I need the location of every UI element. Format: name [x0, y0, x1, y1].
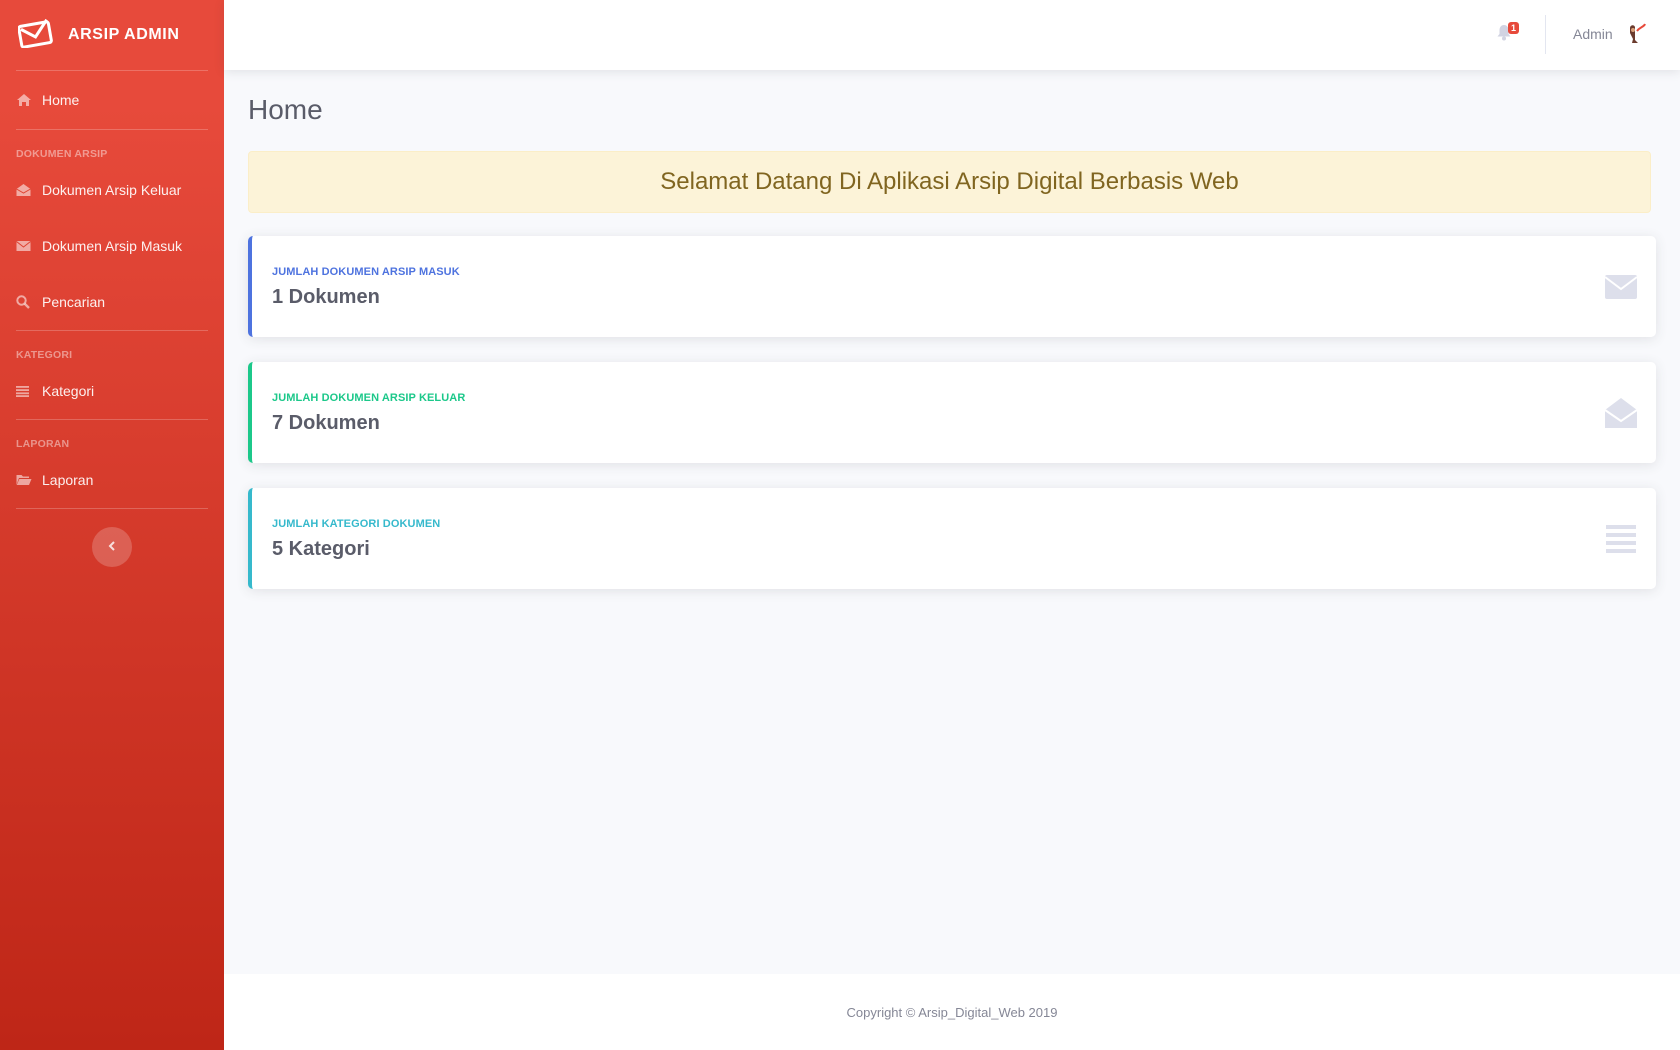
user-name: Admin [1573, 26, 1613, 42]
sidebar-item-label: Laporan [42, 472, 94, 488]
sidebar-item-home[interactable]: Home [0, 71, 224, 129]
list-icon [1604, 522, 1638, 556]
user-menu[interactable]: Admin [1573, 22, 1647, 46]
sidebar-toggle-wrap [0, 509, 224, 567]
sidebar-brand[interactable]: ARSIP ADMIN [0, 0, 224, 70]
envelope-icon [17, 18, 54, 53]
welcome-alert: Selamat Datang Di Aplikasi Arsip Digital… [248, 151, 1651, 213]
main-content: Home Selamat Datang Di Aplikasi Arsip Di… [224, 70, 1680, 974]
footer: Copyright © Arsip_Digital_Web 2019 [224, 974, 1680, 1050]
sidebar-heading-dokumen: DOKUMEN ARSIP [16, 148, 108, 160]
chevron-left-icon [108, 538, 116, 556]
envelope-open-icon [16, 182, 38, 198]
notification-badge: 1 [1508, 22, 1520, 34]
folder-open-icon [16, 472, 38, 488]
sidebar: ARSIP ADMIN Home DOKUMEN ARSIP Dokumen A… [0, 0, 224, 1050]
search-icon [16, 294, 38, 310]
sidebar-item-pencarian[interactable]: Pencarian [0, 274, 224, 330]
card-dokumen-masuk: JUMLAH DOKUMEN ARSIP MASUK 1 Dokumen [248, 236, 1656, 337]
notifications-button[interactable]: 1 [1496, 22, 1520, 44]
sidebar-heading-kategori: KATEGORI [16, 349, 73, 361]
card-kategori: JUMLAH KATEGORI DOKUMEN 5 Kategori [248, 488, 1656, 589]
sidebar-item-label: Pencarian [42, 294, 106, 310]
sidebar-toggle-button[interactable] [92, 527, 132, 567]
list-icon [16, 383, 38, 399]
sidebar-item-dokumen-keluar[interactable]: Dokumen Arsip Keluar [0, 162, 224, 218]
copyright-text: Copyright © Arsip_Digital_Web 2019 [846, 1004, 1058, 1020]
brand-title: ARSIP ADMIN [68, 26, 180, 43]
card-dokumen-keluar: JUMLAH DOKUMEN ARSIP KELUAR 7 Dokumen [248, 362, 1656, 463]
envelope-open-icon [1604, 396, 1638, 430]
home-icon [16, 92, 38, 108]
card-value: 1 Dokumen [272, 286, 380, 308]
card-value: 5 Kategori [272, 538, 370, 560]
sidebar-item-laporan[interactable]: Laporan [0, 452, 224, 508]
sidebar-item-label: Dokumen Arsip Keluar [42, 182, 182, 198]
page-title: Home [248, 94, 323, 125]
card-label: JUMLAH DOKUMEN ARSIP KELUAR [272, 392, 466, 404]
topbar-divider [1545, 15, 1546, 54]
sidebar-item-label: Kategori [42, 383, 95, 399]
card-value: 7 Dokumen [272, 412, 380, 434]
card-label: JUMLAH KATEGORI DOKUMEN [272, 518, 441, 530]
card-label: JUMLAH DOKUMEN ARSIP MASUK [272, 266, 460, 278]
sidebar-item-dokumen-masuk[interactable]: Dokumen Arsip Masuk [0, 218, 224, 274]
sidebar-item-label: Home [42, 92, 80, 108]
envelope-icon [1604, 270, 1638, 304]
sidebar-heading-laporan: LAPORAN [16, 438, 70, 450]
envelope-icon [16, 238, 38, 254]
avatar [1625, 22, 1647, 46]
topbar: 1 Admin [224, 0, 1680, 70]
sidebar-item-kategori[interactable]: Kategori [0, 363, 224, 419]
sidebar-item-label: Dokumen Arsip Masuk [42, 238, 183, 254]
